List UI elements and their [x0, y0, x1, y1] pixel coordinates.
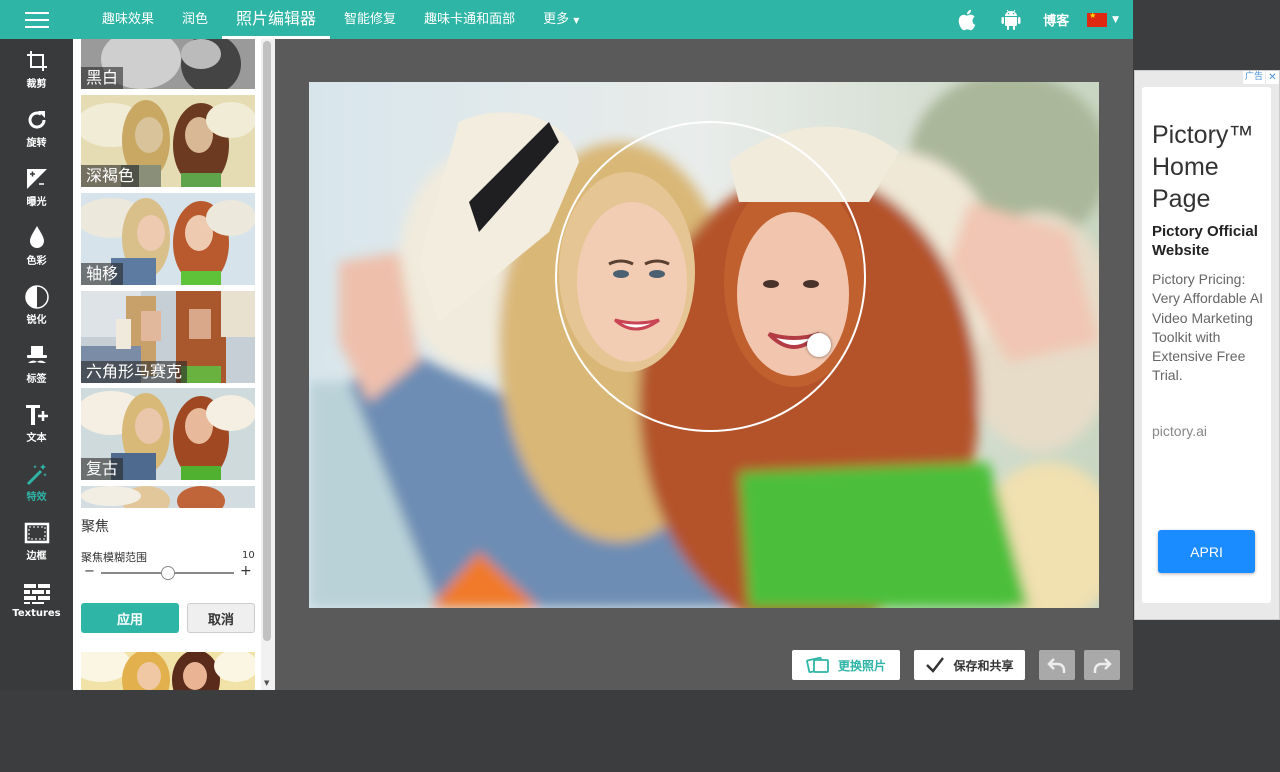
- color-drop-icon: [27, 225, 47, 251]
- undo-icon: [1047, 656, 1067, 674]
- menu-icon[interactable]: [0, 0, 74, 39]
- page-footer-area: [0, 690, 1280, 772]
- close-icon[interactable]: ✕: [1266, 71, 1279, 84]
- tool-effects[interactable]: 特效: [0, 452, 73, 511]
- nav-more-label: 更多: [543, 12, 570, 27]
- nav-photo-editor[interactable]: 照片编辑器: [222, 0, 331, 39]
- tool-label: 锐化: [26, 314, 47, 326]
- frame-icon: [24, 520, 50, 546]
- tool-label: 标签: [26, 373, 47, 385]
- top-navigation-bar: 趣味效果 润色 照片编辑器 智能修复 趣味卡通和面部 更多 ▼ 博客 ▼: [0, 0, 1133, 39]
- exposure-icon: [25, 166, 49, 192]
- save-share-button[interactable]: 保存和共享: [914, 650, 1025, 680]
- language-selector[interactable]: ▼: [1087, 11, 1133, 27]
- slider-label: 聚焦模糊范围: [81, 551, 147, 564]
- effect-label: 六角形马赛克: [81, 361, 188, 383]
- effect-label: 轴移: [81, 263, 124, 285]
- slider-knob[interactable]: [161, 566, 175, 580]
- tool-label: 裁剪: [26, 78, 47, 90]
- partial-thumbnail-image: [81, 486, 255, 508]
- slider-value: 10: [242, 550, 255, 561]
- tool-sticker[interactable]: 标签: [0, 334, 73, 393]
- replace-photo-icon: [806, 655, 830, 675]
- replace-photo-label: 更换照片: [837, 658, 886, 673]
- checkmark-icon: [925, 656, 945, 674]
- plus-icon[interactable]: +: [240, 563, 252, 579]
- crop-icon: [25, 48, 49, 74]
- tool-crop[interactable]: 裁剪: [0, 39, 73, 98]
- hat-mustache-icon: [24, 343, 50, 369]
- effect-thumb-vintage[interactable]: 复古: [81, 388, 255, 480]
- tool-textures[interactable]: Textures: [0, 570, 73, 629]
- text-icon: [24, 402, 50, 428]
- apple-icon[interactable]: [945, 0, 989, 39]
- tool-label: 曝光: [26, 196, 47, 208]
- chevron-down-icon: ▼: [573, 16, 580, 25]
- tool-label: 色彩: [26, 255, 47, 267]
- ad-title[interactable]: Pictory™ Home Page: [1152, 119, 1270, 215]
- tool-label: 特效: [26, 491, 47, 503]
- android-icon[interactable]: [989, 0, 1033, 39]
- ad-badge[interactable]: 广告: [1243, 71, 1266, 84]
- next-thumbnail-image: [81, 652, 255, 690]
- tool-color[interactable]: 色彩: [0, 216, 73, 275]
- scrollbar-thumb[interactable]: [263, 41, 271, 641]
- effect-thumb-tiltshift[interactable]: 轴移: [81, 193, 255, 285]
- ad-body: Pictory Pricing: Very Affordable AI Vide…: [1152, 271, 1264, 384]
- magic-wand-icon: [25, 461, 49, 487]
- ad-cta-button[interactable]: APRI: [1158, 530, 1255, 573]
- focus-resize-handle[interactable]: [807, 333, 831, 357]
- nav-smart-repair[interactable]: 智能修复: [330, 0, 410, 39]
- minus-icon[interactable]: −: [84, 564, 95, 579]
- effect-thumb-next[interactable]: [81, 652, 255, 690]
- tool-frame[interactable]: 边框: [0, 511, 73, 570]
- cancel-button[interactable]: 取消: [187, 603, 255, 633]
- effect-thumb-bw[interactable]: 黑白: [81, 39, 255, 89]
- focus-circle-overlay[interactable]: [555, 121, 866, 432]
- ad-subtitle[interactable]: Pictory Official Website: [1152, 222, 1270, 260]
- tool-label: Textures: [12, 607, 61, 619]
- nav-cartoon-face[interactable]: 趣味卡通和面部: [410, 0, 529, 39]
- redo-icon: [1092, 656, 1112, 674]
- bricks-icon: [23, 581, 51, 607]
- top-right-group: 博客 ▼: [945, 0, 1133, 39]
- effect-thumb-hex-mosaic[interactable]: 六角形马赛克: [81, 291, 255, 383]
- editor-workspace: 更换照片 保存和共享: [275, 39, 1133, 690]
- tool-rotate[interactable]: 旋转: [0, 98, 73, 157]
- effect-label: 复古: [81, 458, 124, 480]
- redo-button[interactable]: [1084, 650, 1120, 680]
- tool-sidebar: 裁剪 旋转 曝光 色彩 锐化 标签 文本 特效 边框 Textures: [0, 39, 73, 690]
- effect-label: 深褐色: [81, 165, 140, 187]
- blog-link[interactable]: 博客: [1033, 10, 1087, 29]
- effects-panel: 黑白 深褐色 轴移 六角形马赛克 复古 聚焦 聚焦模糊范围 10 − + 应用 …: [73, 39, 275, 690]
- tool-text[interactable]: 文本: [0, 393, 73, 452]
- ad-url[interactable]: pictory.ai: [1152, 423, 1207, 439]
- replace-photo-button[interactable]: 更换照片: [792, 650, 900, 680]
- save-share-label: 保存和共享: [953, 658, 1014, 673]
- sharpen-icon: [24, 284, 49, 310]
- focus-section-title: 聚焦: [81, 519, 109, 535]
- chevron-down-icon: ▼: [1112, 14, 1119, 25]
- scroll-down-arrow-icon[interactable]: ▼: [264, 679, 269, 687]
- blur-range-slider[interactable]: − +: [81, 563, 257, 581]
- apply-button[interactable]: 应用: [81, 603, 179, 633]
- rotate-icon: [25, 107, 49, 133]
- main-nav: 趣味效果 润色 照片编辑器 智能修复 趣味卡通和面部 更多 ▼: [74, 0, 593, 39]
- undo-button[interactable]: [1039, 650, 1075, 680]
- effect-label: 黑白: [81, 67, 124, 89]
- nav-retouch[interactable]: 润色: [168, 0, 222, 39]
- tool-sharpen[interactable]: 锐化: [0, 275, 73, 334]
- nav-more[interactable]: 更多 ▼: [529, 0, 593, 39]
- ad-card[interactable]: Pictory™ Home Page Pictory Official Webs…: [1142, 87, 1271, 603]
- tool-label: 文本: [26, 432, 47, 444]
- china-flag-icon: [1087, 11, 1108, 27]
- effect-thumb-partial[interactable]: [81, 486, 255, 508]
- effect-thumb-sepia[interactable]: 深褐色: [81, 95, 255, 187]
- tool-exposure[interactable]: 曝光: [0, 157, 73, 216]
- tool-label: 旋转: [26, 137, 47, 149]
- tool-label: 边框: [26, 550, 47, 562]
- nav-fun-effects[interactable]: 趣味效果: [74, 0, 168, 39]
